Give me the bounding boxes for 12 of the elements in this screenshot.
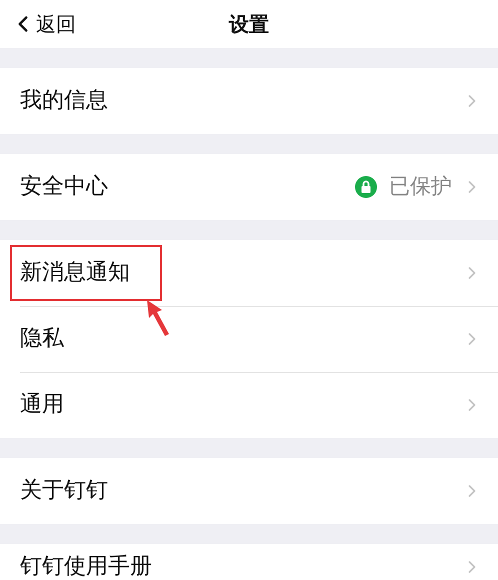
back-button[interactable]: 返回: [0, 9, 76, 39]
pointer-arrow: [144, 298, 172, 338]
row-label: 钉钉使用手册: [19, 553, 153, 580]
page-title: 设置: [229, 11, 269, 38]
lock-icon: [355, 176, 377, 198]
row-label: 通用: [19, 391, 65, 419]
row-label: 我的信息: [19, 87, 109, 115]
row-label: 关于钉钉: [19, 477, 109, 505]
row-label: 新消息通知: [12, 247, 160, 299]
row-label: 安全中心: [19, 173, 109, 201]
row-label: 隐私: [19, 325, 65, 353]
row-value: 已保护: [389, 173, 452, 200]
